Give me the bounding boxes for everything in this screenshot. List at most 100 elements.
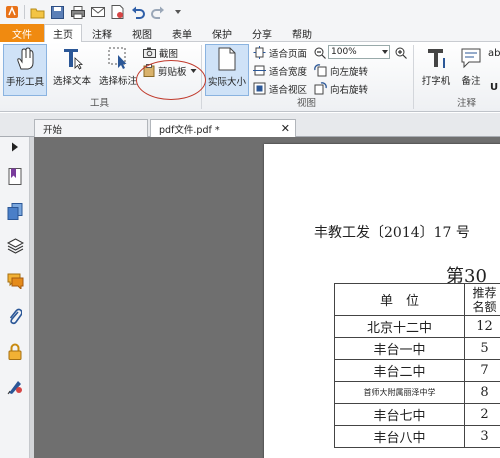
lock-icon[interactable] [6, 342, 24, 360]
hand-icon [17, 47, 34, 70]
fit-width-label: 适合宽度 [269, 66, 308, 78]
table-cell-count: 12 [464, 315, 500, 338]
typewriter-button[interactable]: 打字机 [417, 44, 455, 96]
rotate-right-button[interactable]: 向右旋转 [314, 81, 368, 96]
document-tab-bar: 开始 pdf文件.pdf * ✕ [0, 113, 500, 137]
tab-home[interactable]: 主页 [44, 24, 82, 43]
rotate-right-icon [314, 82, 327, 95]
table-cell-count: 8 [464, 381, 500, 404]
comment-group-label: 注释 [457, 98, 477, 109]
doc-tab-start[interactable]: 开始 [34, 119, 148, 137]
zoom-value: 100% [331, 47, 357, 57]
table-header-row: 单 位 推荐 名额 [334, 283, 500, 316]
new-doc-icon[interactable] [110, 5, 125, 20]
table-row: 北京十二中 12 [334, 315, 500, 338]
hand-tool-label: 手形工具 [5, 77, 44, 88]
select-annotation-button[interactable]: 选择标注 [96, 44, 140, 96]
table-header-unit: 单 位 [334, 283, 465, 316]
email-icon[interactable] [90, 5, 105, 20]
table-cell-count: 7 [464, 359, 500, 382]
zoom-in-icon[interactable] [395, 47, 407, 59]
tab-share[interactable]: 分享 [242, 24, 282, 42]
table-cell-school: 丰台八中 [334, 425, 465, 448]
select-text-button[interactable]: 选择文本 [50, 44, 94, 96]
table-cell-count: 3 [464, 425, 500, 448]
zoom-dropdown-icon[interactable] [381, 49, 389, 55]
fit-visible-button[interactable]: 适合视区 [253, 81, 307, 96]
fit-width-icon [253, 65, 266, 76]
app-logo-icon [4, 5, 19, 20]
highlight-button[interactable]: ab [488, 48, 500, 59]
rotate-right-label: 向右旋转 [330, 84, 369, 96]
tab-form[interactable]: 表单 [162, 24, 202, 42]
tab-help[interactable]: 帮助 [282, 24, 322, 42]
hand-tool-button[interactable]: 手形工具 [3, 44, 47, 96]
open-folder-icon[interactable] [30, 5, 45, 20]
print-icon[interactable] [70, 5, 85, 20]
undo-icon[interactable] [130, 5, 145, 20]
highlight-circle [136, 60, 206, 100]
note-icon [461, 48, 481, 69]
table-cell-school: 丰台一中 [334, 337, 465, 360]
tab-view[interactable]: 视图 [122, 24, 162, 42]
pages-icon[interactable] [6, 202, 24, 220]
bookmark-icon[interactable] [6, 167, 24, 185]
table-header-line: 名额 [472, 299, 497, 314]
rotate-left-icon [314, 64, 327, 77]
navigation-panel [0, 137, 30, 458]
attachment-icon[interactable] [6, 307, 24, 325]
pdf-page: 丰教工发〔2014〕17 号 第30 单 位 推荐 名额 北京十二中 12 丰台… [264, 144, 500, 458]
fit-page-button[interactable]: 适合页面 [253, 45, 307, 60]
table-row: 丰台一中 5 [334, 337, 500, 360]
tab-comment[interactable]: 注释 [82, 24, 122, 42]
fit-visible-label: 适合视区 [269, 84, 308, 96]
signature-icon[interactable] [6, 377, 24, 395]
note-button[interactable]: 备注 [456, 44, 486, 96]
document-viewport[interactable]: 丰教工发〔2014〕17 号 第30 单 位 推荐 名额 北京十二中 12 丰台… [34, 137, 500, 458]
zoom-out-icon[interactable] [314, 47, 326, 59]
close-icon[interactable]: ✕ [281, 122, 290, 135]
doc-tab-pdf[interactable]: pdf文件.pdf * ✕ [150, 119, 296, 137]
doc-tab-label: 开始 [43, 124, 63, 136]
screenshot-button[interactable]: 截图 [143, 45, 178, 60]
table-cell-school: 丰台七中 [334, 403, 465, 426]
view-group-label: 视图 [297, 98, 317, 109]
select-text-icon [64, 49, 83, 70]
layers-icon[interactable] [6, 237, 24, 255]
comments-icon[interactable] [6, 272, 24, 290]
fit-page-icon [253, 46, 266, 59]
tab-file[interactable]: 文件 [0, 24, 44, 42]
rotate-left-button[interactable]: 向左旋转 [314, 63, 368, 78]
rotate-left-label: 向左旋转 [330, 66, 369, 78]
table-cell-school: 丰台二中 [334, 359, 465, 382]
table-cell-school: 北京十二中 [334, 315, 465, 338]
typewriter-label: 打字机 [421, 76, 451, 87]
expand-panel-icon[interactable] [6, 141, 24, 153]
school-table: 单 位 推荐 名额 北京十二中 12 丰台一中 5 丰台二中 7 首师大附属丽泽… [334, 283, 500, 448]
group-divider [413, 45, 414, 109]
table-row: 丰台二中 7 [334, 359, 500, 382]
select-text-label: 选择文本 [52, 76, 91, 87]
fit-page-label: 适合页面 [269, 48, 308, 60]
save-icon[interactable] [50, 5, 65, 20]
table-row: 丰台七中 2 [334, 403, 500, 426]
screenshot-label: 截图 [159, 48, 179, 60]
tools-group-label: 工具 [90, 98, 110, 109]
table-cell-count: 2 [464, 403, 500, 426]
ribbon-panel: 手形工具 选择文本 选择标注 截图 剪贴板 工具 实际大小 适合页面 适合宽度 … [0, 42, 500, 112]
camera-icon [143, 47, 156, 58]
table-row: 丰台八中 3 [334, 425, 500, 448]
actual-size-icon [218, 47, 236, 71]
customize-dropdown-icon[interactable] [170, 5, 185, 20]
zoom-select[interactable]: 100% [328, 45, 390, 59]
redo-icon[interactable] [150, 5, 165, 20]
ribbon-tab-bar: 文件 主页 注释 视图 表单 保护 分享 帮助 [0, 24, 500, 43]
underline-button[interactable]: U [490, 82, 498, 93]
actual-size-button[interactable]: 实际大小 [205, 44, 249, 96]
table-row: 首师大附属丽泽中学 8 [334, 381, 500, 404]
tab-protect[interactable]: 保护 [202, 24, 242, 42]
note-label: 备注 [461, 76, 481, 87]
table-cell-count: 5 [464, 337, 500, 360]
fit-width-button[interactable]: 适合宽度 [253, 63, 307, 78]
quick-access-toolbar [0, 0, 500, 24]
